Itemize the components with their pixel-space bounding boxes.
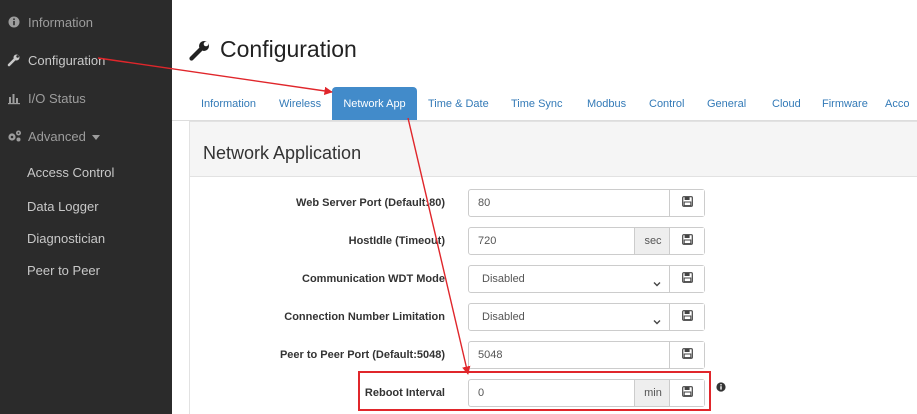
page-title-text: Configuration (220, 36, 357, 62)
tab-label: Network App (343, 97, 406, 110)
sidebar-item-io-status[interactable]: I/O Status (0, 81, 172, 115)
web-server-port-value[interactable]: 80 (478, 197, 490, 209)
web-server-port-field[interactable]: 80 (468, 189, 705, 217)
tab-wireless[interactable]: Wireless (279, 87, 321, 120)
peer-to-peer-port-value[interactable]: 5048 (478, 349, 502, 361)
floppy-disk-icon (681, 232, 693, 250)
connection-number-limitation-value: Disabled (482, 311, 525, 323)
panel-heading: Network Application (190, 122, 917, 177)
connection-number-limitation-save-button[interactable] (669, 304, 704, 330)
screen: Information Configuration I/O Status Adv… (0, 0, 917, 414)
tab-account[interactable]: Acco (885, 87, 909, 120)
panel-title: Network Application (203, 143, 362, 163)
tab-cloud[interactable]: Cloud (772, 87, 801, 120)
sidebar-subitem-label: Access Control (27, 164, 115, 180)
tab-time-date[interactable]: Time & Date (428, 87, 489, 120)
tab-label: Time & Date (428, 97, 489, 110)
annotation-highlight-box (358, 371, 711, 411)
sidebar-subitem-diagnostician[interactable]: Diagnostician (0, 222, 172, 254)
tab-label: Acco (885, 97, 910, 110)
sidebar-subitem-data-logger[interactable]: Data Logger (0, 190, 172, 222)
floppy-disk-icon (681, 270, 693, 288)
communication-wdt-mode-save-button[interactable] (669, 266, 704, 292)
tab-label: Cloud (772, 97, 801, 110)
host-idle-label: HostIdle (Timeout) (348, 235, 445, 247)
tab-information[interactable]: Information (201, 87, 256, 120)
floppy-disk-icon (681, 194, 693, 212)
sidebar-subitem-peer-to-peer[interactable]: Peer to Peer (0, 254, 172, 286)
web-server-port-label: Web Server Port (Default:80) (296, 197, 445, 209)
caret-down-icon (91, 129, 100, 144)
tab-label: Time Sync (511, 97, 563, 110)
host-idle-unit: sec (634, 228, 671, 254)
sidebar-item-label: Configuration (28, 52, 106, 68)
communication-wdt-mode-select[interactable]: Disabled (468, 265, 705, 293)
reboot-interval-info-icon[interactable] (716, 379, 726, 392)
sidebar-item-configuration[interactable]: Configuration (0, 43, 172, 77)
peer-to-peer-port-field[interactable]: 5048 (468, 341, 705, 369)
communication-wdt-mode-label: Communication WDT Mode (302, 273, 445, 285)
sidebar-item-label: I/O Status (28, 90, 86, 106)
tab-label: Firmware (822, 97, 868, 110)
host-idle-value[interactable]: 720 (478, 235, 496, 247)
sidebar-subitem-access-control[interactable]: Access Control (0, 156, 172, 188)
tab-label: Information (201, 97, 257, 110)
tab-general[interactable]: General (707, 87, 746, 120)
sidebar-subitem-label: Peer to Peer (27, 262, 100, 278)
host-idle-field[interactable]: 720 sec (468, 227, 705, 255)
tab-network-app[interactable]: Network App (332, 87, 417, 120)
tab-control[interactable]: Control (649, 87, 684, 120)
sidebar-item-information[interactable]: Information (0, 5, 172, 39)
peer-to-peer-port-label: Peer to Peer Port (Default:5048) (279, 349, 445, 361)
web-server-port-save-button[interactable] (669, 190, 704, 216)
info-circle-icon (7, 15, 23, 29)
chevron-down-icon (653, 313, 661, 325)
sidebar: Information Configuration I/O Status Adv… (0, 0, 172, 414)
tab-label: Modbus (587, 97, 627, 110)
page-title: Configuration (188, 36, 357, 63)
sidebar-item-advanced[interactable]: Advanced (0, 119, 172, 153)
sidebar-item-label: Advanced (28, 128, 86, 144)
tab-label: Control (649, 97, 685, 110)
bar-chart-icon (7, 91, 23, 105)
connection-number-limitation-label: Connection Number Limitation (284, 311, 445, 323)
tab-label: General (707, 97, 747, 110)
chevron-down-icon (653, 275, 661, 287)
host-idle-save-button[interactable] (669, 228, 704, 254)
tab-modbus[interactable]: Modbus (587, 87, 626, 120)
peer-to-peer-port-save-button[interactable] (669, 342, 704, 368)
cogs-icon (7, 129, 23, 143)
wrench-icon (7, 53, 23, 67)
tab-firmware[interactable]: Firmware (822, 87, 868, 120)
tab-bar: Information Wireless Network App Time & … (172, 87, 917, 121)
floppy-disk-icon (681, 308, 693, 326)
sidebar-subitem-label: Data Logger (27, 198, 99, 214)
sidebar-subitem-label: Diagnostician (27, 230, 106, 246)
tab-time-sync[interactable]: Time Sync (511, 87, 563, 120)
wrench-icon (188, 38, 212, 62)
sidebar-item-label: Information (28, 14, 94, 30)
communication-wdt-mode-value: Disabled (482, 273, 525, 285)
connection-number-limitation-select[interactable]: Disabled (468, 303, 705, 331)
floppy-disk-icon (681, 346, 693, 364)
tab-label: Wireless (279, 97, 322, 110)
